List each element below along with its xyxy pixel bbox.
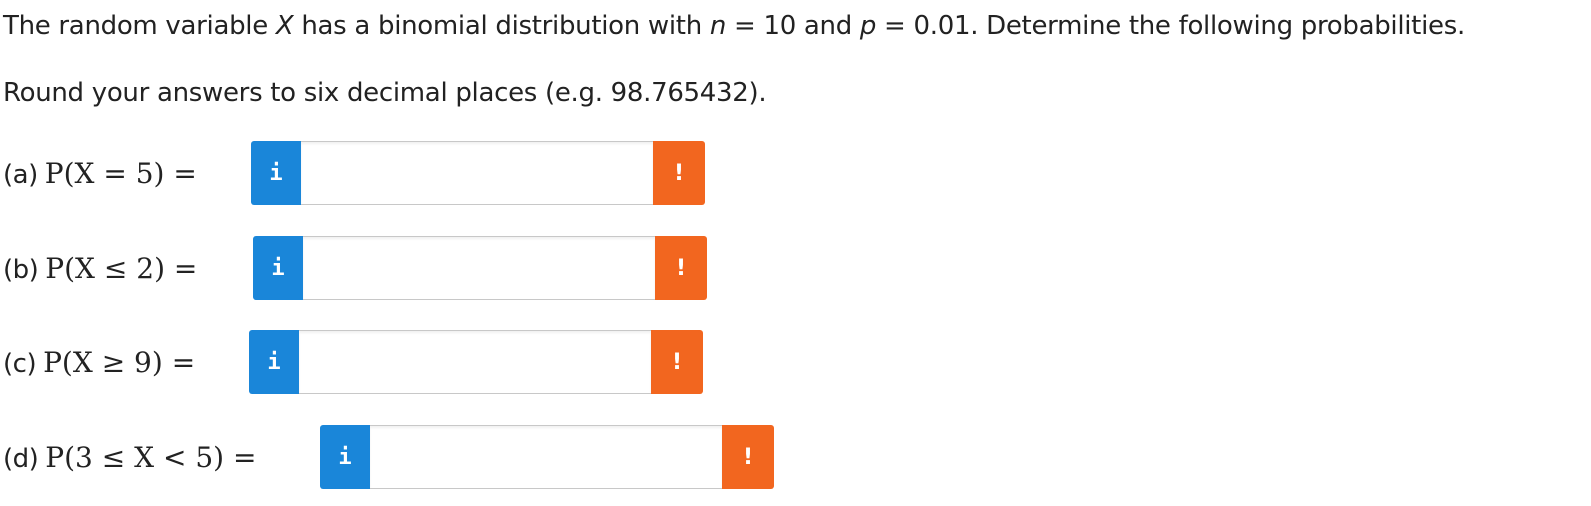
- answer-input-c[interactable]: [299, 330, 651, 394]
- part-label: (c): [3, 348, 37, 379]
- answer-field-group: i !: [253, 236, 707, 300]
- question-d: (d) P(3 ≤ X < 5) = i !: [3, 425, 1003, 489]
- warning-icon: !: [651, 330, 703, 394]
- info-icon[interactable]: i: [253, 236, 303, 300]
- probability-expression: P(X ≥ 9) =: [43, 345, 196, 379]
- question-a-label: (a) P(X = 5) =: [3, 157, 197, 190]
- info-icon[interactable]: i: [320, 425, 370, 489]
- answer-input-d[interactable]: [370, 425, 722, 489]
- answer-input-b[interactable]: [303, 236, 655, 300]
- answer-field-group: i !: [249, 330, 703, 394]
- variable-n: n: [709, 11, 727, 41]
- intro-text-1: The random variable: [3, 11, 276, 41]
- warning-icon: !: [655, 236, 707, 300]
- probability-expression: P(3 ≤ X < 5) =: [45, 440, 257, 474]
- question-b: (b) P(X ≤ 2) = i !: [3, 236, 1003, 300]
- question-b-label: (b) P(X ≤ 2) =: [3, 252, 197, 285]
- question-c: (c) P(X ≥ 9) = i !: [3, 330, 1003, 394]
- intro-text-3: = 10 and: [726, 11, 860, 41]
- intro-text-4: = 0.01. Determine the following probabil…: [876, 11, 1465, 41]
- warning-icon: !: [722, 425, 774, 489]
- variable-p: p: [859, 11, 877, 41]
- rounding-instruction: Round your answers to six decimal places…: [3, 78, 767, 108]
- part-label: (b): [3, 254, 39, 285]
- problem-statement: The random variable X has a binomial dis…: [3, 11, 1465, 41]
- intro-text-2: has a binomial distribution with: [293, 11, 710, 41]
- probability-expression: P(X ≤ 2) =: [45, 251, 198, 285]
- question-c-label: (c) P(X ≥ 9) =: [3, 346, 195, 379]
- question-d-label: (d) P(3 ≤ X < 5) =: [3, 441, 256, 474]
- variable-x: X: [275, 11, 294, 41]
- answer-field-group: i !: [320, 425, 774, 489]
- info-icon[interactable]: i: [249, 330, 299, 394]
- answer-input-a[interactable]: [301, 141, 653, 205]
- question-a: (a) P(X = 5) = i !: [3, 141, 1003, 205]
- warning-icon: !: [653, 141, 705, 205]
- part-label: (d): [3, 443, 39, 474]
- answer-field-group: i !: [251, 141, 705, 205]
- part-label: (a): [3, 159, 38, 190]
- info-icon[interactable]: i: [251, 141, 301, 205]
- probability-expression: P(X = 5) =: [44, 156, 197, 190]
